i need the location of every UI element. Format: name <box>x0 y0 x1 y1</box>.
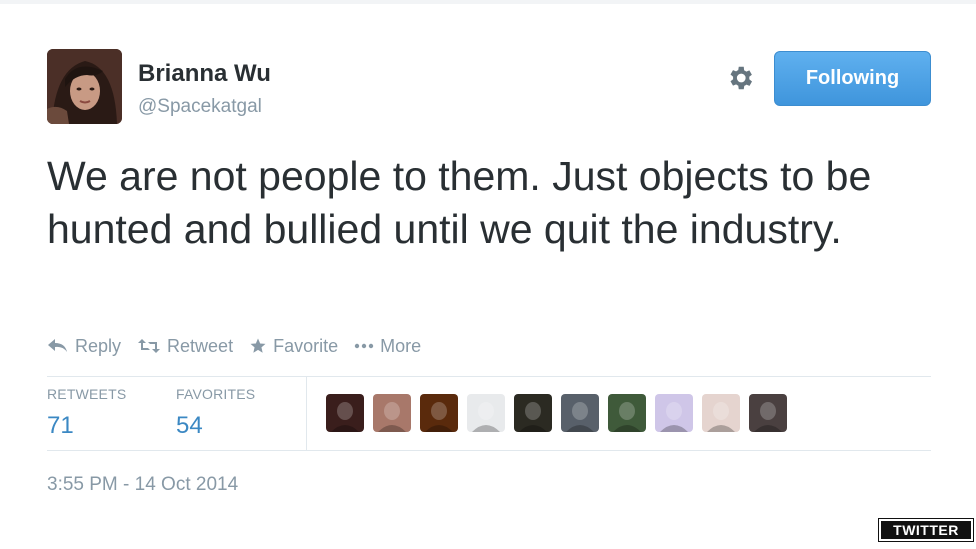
stats-divider-top <box>47 376 931 377</box>
stats-divider-vertical <box>306 377 307 450</box>
favorite-button[interactable]: Favorite <box>249 336 338 357</box>
avatar-portrait-icon <box>47 49 122 124</box>
more-button[interactable]: More <box>354 336 421 357</box>
retweet-button[interactable]: Retweet <box>137 336 233 357</box>
user-silhouette-icon <box>425 402 453 432</box>
tweet-screenshot: Brianna Wu @Spacekatgal Following We are… <box>0 0 976 549</box>
favoriter-avatar[interactable] <box>467 394 505 432</box>
retweet-label: Retweet <box>167 335 234 356</box>
favoriter-avatar[interactable] <box>514 394 552 432</box>
user-silhouette-icon <box>378 402 406 432</box>
favoriter-avatar[interactable] <box>420 394 458 432</box>
favoriter-avatar[interactable] <box>326 394 364 432</box>
reply-label: Reply <box>75 335 122 356</box>
gear-icon[interactable] <box>724 62 756 94</box>
favorited-by-avatars <box>326 394 787 432</box>
retweets-stat[interactable]: RETWEETS 71 <box>47 386 126 440</box>
user-avatar[interactable] <box>47 49 122 124</box>
favoriter-avatar[interactable] <box>655 394 693 432</box>
favorites-stat[interactable]: FAVORITES 54 <box>176 386 255 440</box>
favorite-label: Favorite <box>273 335 339 356</box>
favoriter-avatar[interactable] <box>561 394 599 432</box>
tweet-timestamp[interactable]: 3:55 PM - 14 Oct 2014 <box>47 474 238 496</box>
user-silhouette-icon <box>331 402 359 432</box>
display-name[interactable]: Brianna Wu <box>138 60 271 88</box>
reply-icon <box>48 339 67 352</box>
user-silhouette-icon <box>566 402 594 432</box>
favorites-label: FAVORITES <box>176 386 256 402</box>
retweets-count: 71 <box>47 412 74 439</box>
user-silhouette-icon <box>472 402 500 432</box>
favoriter-avatar[interactable] <box>749 394 787 432</box>
twitter-watermark: TWITTER <box>878 518 974 542</box>
favorites-count: 54 <box>176 412 203 439</box>
tweet-actions: Reply Retweet Favorite More <box>47 334 421 358</box>
user-silhouette-icon <box>754 402 782 432</box>
top-edge <box>0 0 976 4</box>
following-button[interactable]: Following <box>774 51 931 106</box>
more-label: More <box>380 335 422 356</box>
user-silhouette-icon <box>613 402 641 432</box>
star-icon <box>250 338 266 353</box>
user-silhouette-icon <box>519 402 547 432</box>
user-handle[interactable]: @Spacekatgal <box>138 96 262 118</box>
favoriter-avatar[interactable] <box>702 394 740 432</box>
user-silhouette-icon <box>707 402 735 432</box>
user-silhouette-icon <box>660 402 688 432</box>
more-icon <box>354 343 374 349</box>
favoriter-avatar[interactable] <box>608 394 646 432</box>
tweet-text: We are not people to them. Just objects … <box>47 153 872 252</box>
retweets-label: RETWEETS <box>47 386 127 402</box>
reply-button[interactable]: Reply <box>47 336 121 357</box>
stats-divider-bottom <box>47 450 931 451</box>
retweet-icon <box>138 339 161 353</box>
favoriter-avatar[interactable] <box>373 394 411 432</box>
